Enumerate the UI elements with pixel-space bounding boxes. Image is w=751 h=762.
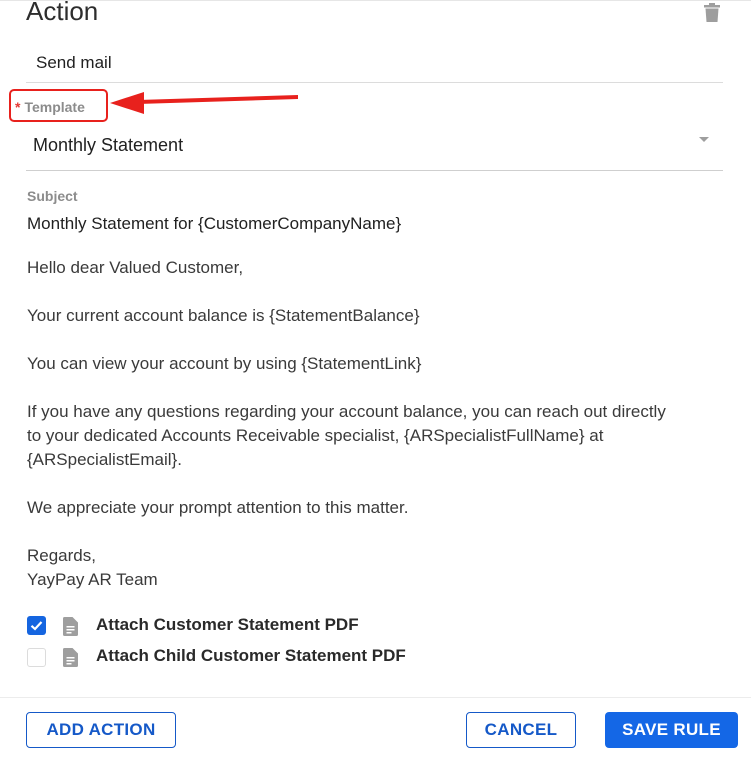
document-icon bbox=[63, 648, 78, 667]
checkmark-icon bbox=[30, 621, 43, 631]
subject-label: Subject bbox=[27, 188, 78, 204]
body-view-line[interactable]: You can view your account by using {Stat… bbox=[27, 352, 727, 376]
cancel-button[interactable]: CANCEL bbox=[466, 712, 576, 748]
template-select[interactable]: Monthly Statement bbox=[26, 128, 723, 171]
body-regards[interactable]: Regards, bbox=[27, 544, 727, 568]
body-questions-line-3[interactable]: {ARSpecialistEmail}. bbox=[27, 448, 727, 472]
document-icon bbox=[63, 617, 78, 636]
required-asterisk: * bbox=[15, 99, 21, 115]
save-rule-button[interactable]: SAVE RULE bbox=[605, 712, 738, 748]
body-appreciate-line[interactable]: We appreciate your prompt attention to t… bbox=[27, 496, 727, 520]
body-signature[interactable]: YayPay AR Team bbox=[27, 568, 727, 592]
chevron-down-icon[interactable] bbox=[699, 137, 709, 142]
trash-icon[interactable] bbox=[703, 3, 721, 23]
body-questions-line-2[interactable]: to your dedicated Accounts Receivable sp… bbox=[27, 424, 727, 448]
attach-customer-statement-checkbox[interactable] bbox=[27, 616, 46, 635]
attach-customer-statement-label[interactable]: Attach Customer Statement PDF bbox=[96, 614, 359, 636]
template-label-text: Template bbox=[24, 99, 85, 115]
template-label: * Template bbox=[15, 98, 85, 116]
attach-child-statement-label[interactable]: Attach Child Customer Statement PDF bbox=[96, 645, 406, 667]
top-divider bbox=[0, 0, 751, 1]
annotation-arrow-icon bbox=[110, 92, 298, 114]
body-greeting[interactable]: Hello dear Valued Customer, bbox=[27, 256, 727, 280]
section-title: Action bbox=[26, 0, 99, 26]
body-questions-line-1[interactable]: If you have any questions regarding your… bbox=[27, 400, 727, 424]
action-field-underline bbox=[26, 82, 723, 83]
subject-field[interactable]: Monthly Statement for {CustomerCompanyNa… bbox=[27, 213, 401, 235]
template-select-value: Monthly Statement bbox=[33, 135, 184, 155]
action-type-field[interactable]: Send mail bbox=[36, 52, 112, 74]
footer-divider bbox=[0, 697, 751, 698]
add-action-button[interactable]: ADD ACTION bbox=[26, 712, 176, 748]
body-balance-line[interactable]: Your current account balance is {Stateme… bbox=[27, 304, 727, 328]
attach-child-statement-checkbox[interactable] bbox=[27, 648, 46, 667]
